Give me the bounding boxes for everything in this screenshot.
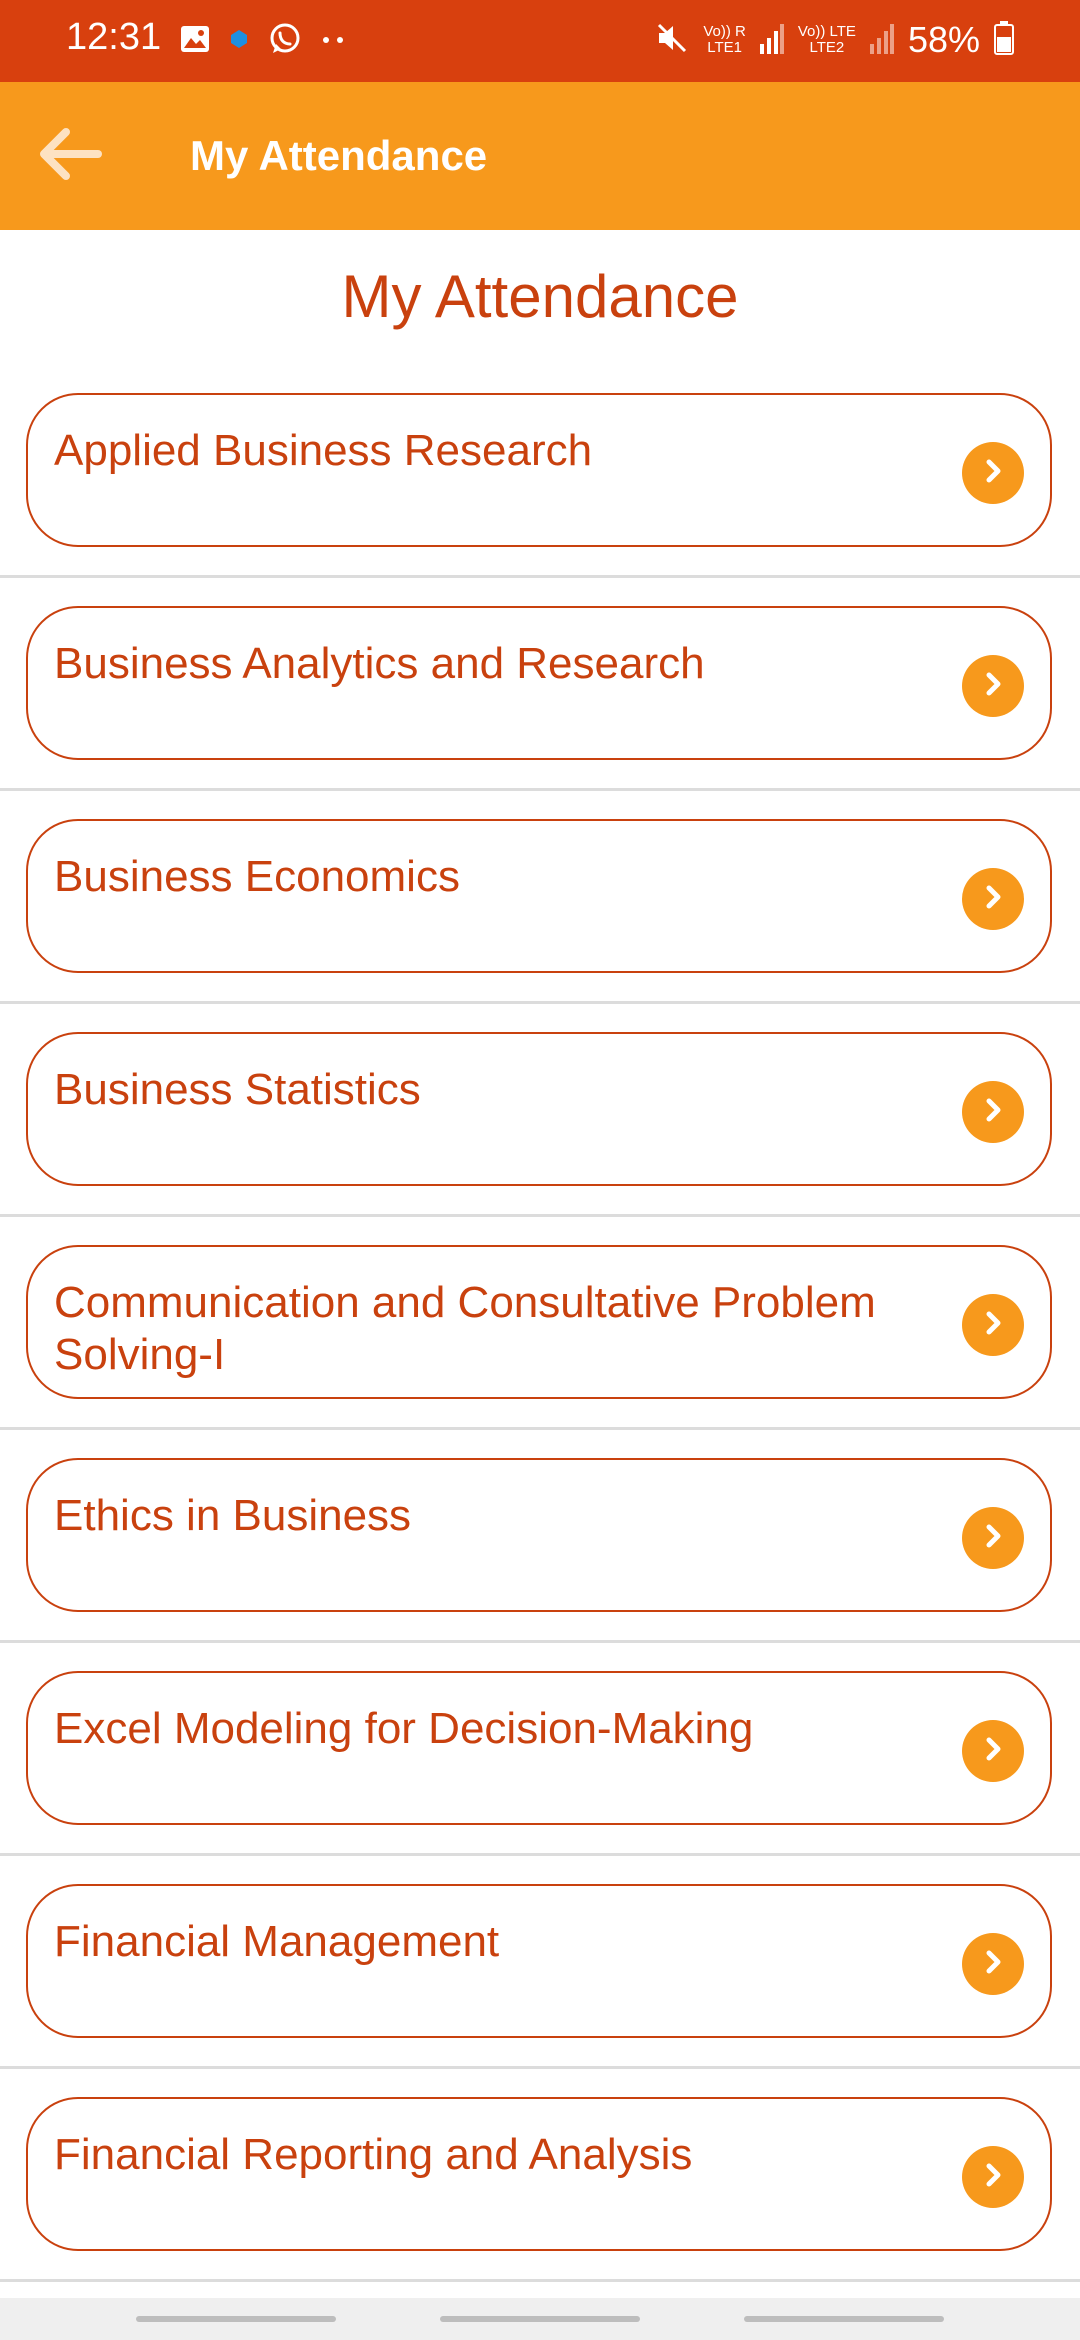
chevron-right-icon	[978, 1734, 1008, 1769]
status-right-icons: Vo)) R LTE1 Vo)) LTE LTE2 58%	[655, 16, 1014, 64]
open-course-button[interactable]	[962, 868, 1024, 930]
course-name: Excel Modeling for Decision-Making	[54, 1704, 754, 1753]
network-2-top: Vo)) LTE	[797, 23, 856, 40]
network-1-label: Vo)) R LTE1	[703, 24, 746, 56]
back-button[interactable]	[30, 116, 110, 196]
course-name: Applied Business Research	[54, 426, 593, 475]
divider	[0, 2279, 1080, 2282]
network-2-bottom: LTE2	[809, 39, 845, 56]
open-course-button[interactable]	[962, 1294, 1024, 1356]
chevron-right-icon	[978, 1521, 1008, 1556]
battery-percent: 58%	[907, 19, 980, 60]
arrow-left-icon	[36, 126, 104, 187]
chevron-right-icon	[978, 882, 1008, 917]
chevron-right-icon	[978, 669, 1008, 704]
divider	[0, 1214, 1080, 1217]
signal-1-icon	[759, 22, 784, 59]
course-card-business-analytics-and-research[interactable]: Business Analytics and Research	[26, 606, 1052, 760]
course-card-business-statistics[interactable]: Business Statistics	[26, 1032, 1052, 1186]
course-list: Applied Business Research Business Analy…	[0, 390, 1080, 2307]
list-item: Communication and Consultative Problem S…	[0, 1242, 1080, 1455]
page-title: My Attendance	[341, 263, 739, 330]
network-1-top: Vo)) R	[703, 23, 746, 40]
divider	[0, 1640, 1080, 1643]
app-bar-title: My Attendance	[190, 132, 488, 179]
system-navigation-bar	[0, 2298, 1080, 2340]
open-course-button[interactable]	[962, 1720, 1024, 1782]
course-name: Business Statistics	[54, 1065, 421, 1114]
list-item: Applied Business Research	[0, 390, 1080, 603]
signal-2-icon	[869, 22, 894, 59]
course-name: Business Analytics and Research	[54, 639, 705, 688]
notification-dot-icon	[228, 28, 250, 55]
list-item: Business Statistics	[0, 1029, 1080, 1242]
course-name: Business Economics	[54, 852, 460, 901]
list-item: Ethics in Business	[0, 1455, 1080, 1668]
course-name: Financial Management	[54, 1917, 500, 1966]
course-card-financial-management[interactable]: Financial Management	[26, 1884, 1052, 2038]
gallery-icon	[180, 25, 210, 58]
list-item: Financial Management	[0, 1881, 1080, 2094]
network-1-bottom: LTE1	[707, 39, 742, 56]
open-course-button[interactable]	[962, 442, 1024, 504]
chevron-right-icon	[978, 1095, 1008, 1130]
more-dots-icon	[320, 32, 346, 50]
divider	[0, 2066, 1080, 2069]
list-item: Financial Reporting and Analysis	[0, 2094, 1080, 2307]
divider	[0, 1853, 1080, 1856]
list-item: Business Economics	[0, 816, 1080, 1029]
open-course-button[interactable]	[962, 1933, 1024, 1995]
course-card-applied-business-research[interactable]: Applied Business Research	[26, 393, 1052, 547]
divider	[0, 788, 1080, 791]
course-name: Ethics in Business	[54, 1491, 412, 1540]
battery-icon	[994, 20, 1014, 60]
open-course-button[interactable]	[962, 1081, 1024, 1143]
chevron-right-icon	[978, 456, 1008, 491]
chevron-right-icon	[978, 2160, 1008, 2195]
nav-back-pill[interactable]	[744, 2316, 944, 2322]
divider	[0, 1001, 1080, 1004]
list-item: Excel Modeling for Decision-Making	[0, 1668, 1080, 1881]
app-bar: My Attendance	[0, 82, 1080, 230]
open-course-button[interactable]	[962, 1507, 1024, 1569]
open-course-button[interactable]	[962, 655, 1024, 717]
course-card-business-economics[interactable]: Business Economics	[26, 819, 1052, 973]
course-card-ethics-in-business[interactable]: Ethics in Business	[26, 1458, 1052, 1612]
mute-icon	[655, 21, 689, 60]
status-left-icons	[180, 20, 346, 62]
list-item: Business Analytics and Research	[0, 603, 1080, 816]
open-course-button[interactable]	[962, 2146, 1024, 2208]
chevron-right-icon	[978, 1947, 1008, 1982]
nav-recents-pill[interactable]	[136, 2316, 336, 2322]
course-name: Communication and Consultative Problem S…	[54, 1278, 876, 1379]
status-bar: 12:31 Vo)) R LTE1 Vo)) LTE LTE2 58%	[0, 0, 1080, 82]
status-time: 12:31	[66, 16, 162, 58]
whatsapp-icon	[268, 22, 302, 61]
course-card-communication-and-consultative-problem-solving[interactable]: Communication and Consultative Problem S…	[26, 1245, 1052, 1399]
nav-home-pill[interactable]	[440, 2316, 640, 2322]
course-name: Financial Reporting and Analysis	[54, 2130, 693, 2179]
divider	[0, 575, 1080, 578]
divider	[0, 1427, 1080, 1430]
course-card-financial-reporting-and-analysis[interactable]: Financial Reporting and Analysis	[26, 2097, 1052, 2251]
course-card-excel-modeling-for-decision-making[interactable]: Excel Modeling for Decision-Making	[26, 1671, 1052, 1825]
network-2-label: Vo)) LTE LTE2	[798, 24, 856, 56]
chevron-right-icon	[978, 1308, 1008, 1343]
